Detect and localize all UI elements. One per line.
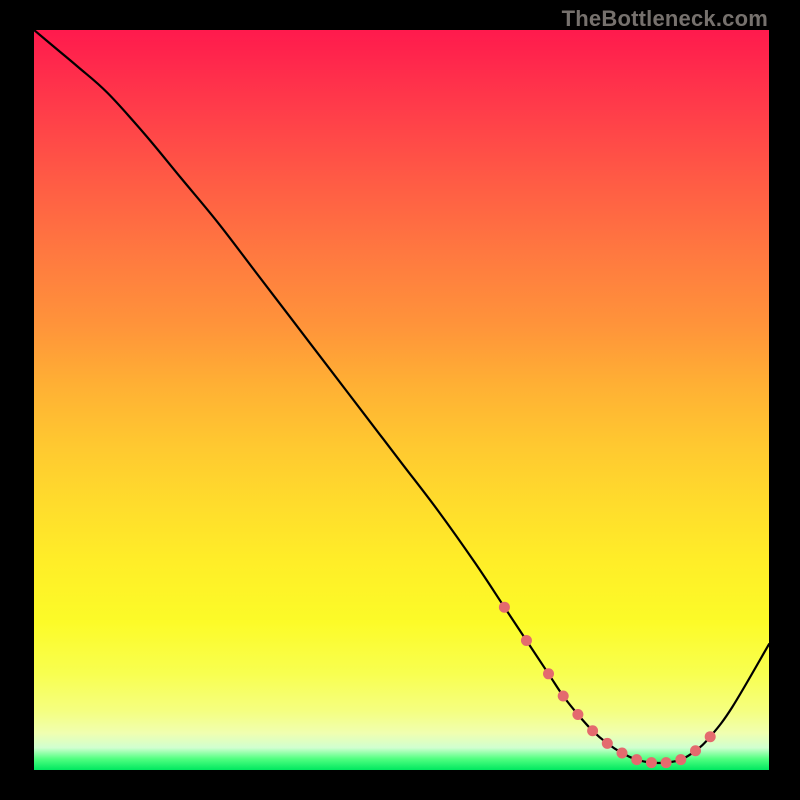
data-markers	[499, 602, 716, 768]
data-marker	[690, 745, 701, 756]
data-marker	[705, 731, 716, 742]
data-marker	[602, 738, 613, 749]
chart-svg	[34, 30, 769, 770]
bottleneck-curve	[34, 30, 769, 763]
data-marker	[558, 691, 569, 702]
watermark-label: TheBottleneck.com	[562, 6, 768, 32]
data-marker	[521, 635, 532, 646]
data-marker	[631, 754, 642, 765]
data-marker	[499, 602, 510, 613]
data-marker	[587, 725, 598, 736]
chart-container: TheBottleneck.com	[0, 0, 800, 800]
data-marker	[646, 757, 657, 768]
data-marker	[543, 668, 554, 679]
plot-area	[34, 30, 769, 770]
data-marker	[572, 709, 583, 720]
data-marker	[617, 747, 628, 758]
data-marker	[661, 757, 672, 768]
data-marker	[675, 754, 686, 765]
